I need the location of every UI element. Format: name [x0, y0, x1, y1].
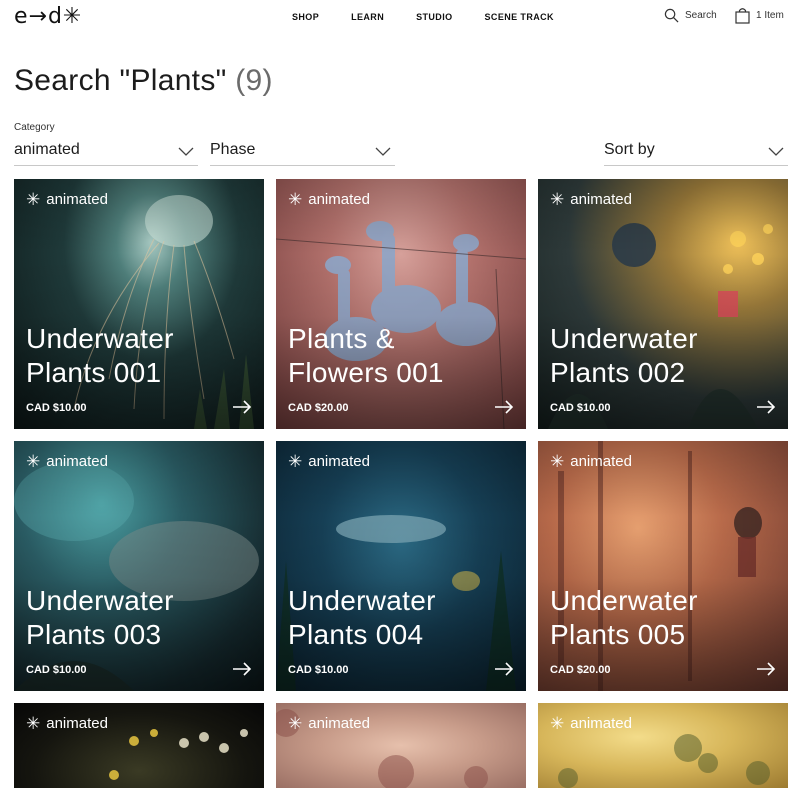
arrow-right-icon[interactable]: [232, 400, 252, 414]
bag-icon: [735, 8, 750, 24]
asterisk-icon: ✳: [550, 190, 565, 209]
product-price: CAD $10.00: [288, 664, 349, 676]
product-card[interactable]: ✳ animated Underwater Plants 002 CAD $10.0…: [538, 179, 788, 429]
type-tag: ✳ animated: [550, 452, 632, 471]
logo[interactable]: e→d✳: [14, 4, 82, 29]
product-title: Underwater Plants 003: [26, 585, 174, 650]
type-tag: ✳ animated: [26, 190, 108, 209]
asterisk-icon: ✳: [26, 452, 41, 471]
image-overlay: [276, 179, 526, 429]
image-overlay: [538, 179, 788, 429]
product-title: Underwater Plants 004: [288, 585, 436, 650]
product-card[interactable]: ✳ animated Underwater Plants 003 CAD $10.0…: [14, 441, 264, 691]
nav-shop[interactable]: SHOP: [292, 12, 319, 22]
phase-dropdown[interactable]: Phase: [210, 122, 395, 166]
product-price: CAD $10.00: [26, 664, 87, 676]
product-card[interactable]: ✳ animated: [14, 703, 264, 788]
cart-label: 1 Item: [756, 10, 784, 21]
product-card[interactable]: ✳ animated Plants & Flowers 001 CAD $20.00: [276, 179, 526, 429]
image-overlay: [276, 441, 526, 691]
page-title: Search "Plants" (9): [14, 64, 273, 98]
asterisk-icon: ✳: [550, 714, 565, 733]
asterisk-icon: ✳: [288, 452, 303, 471]
product-card[interactable]: ✳ animated Underwater Plants 005 CAD $20.0…: [538, 441, 788, 691]
product-card[interactable]: ✳ animated Underwater Plants 004 CAD $10.0…: [276, 441, 526, 691]
image-overlay: [14, 441, 264, 691]
search-query-title: Search "Plants": [14, 64, 227, 97]
product-title: Underwater Plants 002: [550, 323, 698, 388]
nav-studio[interactable]: STUDIO: [416, 12, 452, 22]
asterisk-icon: ✳: [288, 190, 303, 209]
search-icon: [664, 8, 679, 23]
product-card[interactable]: ✳ animated: [538, 703, 788, 788]
type-tag: ✳ animated: [26, 714, 108, 733]
product-card[interactable]: ✳ animated: [276, 703, 526, 788]
chevron-down-icon: [178, 147, 194, 156]
product-title: Plants & Flowers 001: [288, 323, 444, 388]
arrow-right-icon[interactable]: [756, 662, 776, 676]
product-title: Underwater Plants 001: [26, 323, 174, 388]
category-label: Category: [14, 122, 55, 133]
type-tag: ✳ animated: [288, 452, 370, 471]
chevron-down-icon: [375, 147, 391, 156]
asterisk-icon: ✳: [288, 714, 303, 733]
category-value: animated: [14, 141, 80, 158]
arrow-right-icon[interactable]: [494, 400, 514, 414]
asterisk-icon: ✳: [26, 190, 41, 209]
arrow-right-icon[interactable]: [494, 662, 514, 676]
image-overlay: [14, 179, 264, 429]
type-tag: ✳ animated: [288, 714, 370, 733]
search-button[interactable]: Search: [664, 8, 717, 23]
cart-button[interactable]: 1 Item: [735, 7, 784, 24]
asterisk-icon: ✳: [550, 452, 565, 471]
asterisk-icon: ✳: [26, 714, 41, 733]
nav-scene-track[interactable]: SCENE TRACK: [485, 12, 554, 22]
chevron-down-icon: [768, 147, 784, 156]
type-tag: ✳ animated: [550, 190, 632, 209]
type-tag: ✳ animated: [26, 452, 108, 471]
category-dropdown[interactable]: Category animated: [14, 122, 198, 166]
product-card[interactable]: ✳ animated Underwater Plants 001 CAD $10.0…: [14, 179, 264, 429]
arrow-right-icon[interactable]: [756, 400, 776, 414]
image-overlay: [538, 441, 788, 691]
sort-value: Sort by: [604, 141, 655, 158]
sort-dropdown[interactable]: Sort by: [604, 122, 788, 166]
product-price: CAD $20.00: [550, 664, 611, 676]
type-tag: ✳ animated: [550, 714, 632, 733]
arrow-right-icon[interactable]: [232, 662, 252, 676]
product-title: Underwater Plants 005: [550, 585, 698, 650]
type-tag: ✳ animated: [288, 190, 370, 209]
product-price: CAD $20.00: [288, 402, 349, 414]
result-count: (9): [235, 64, 273, 97]
product-price: CAD $10.00: [26, 402, 87, 414]
nav-learn[interactable]: LEARN: [351, 12, 384, 22]
main-nav: SHOP LEARN STUDIO SCENE TRACK: [292, 12, 586, 22]
top-bar: e→d✳ SHOP LEARN STUDIO SCENE TRACK Searc…: [0, 0, 800, 36]
phase-value: Phase: [210, 141, 256, 158]
search-label: Search: [685, 10, 717, 21]
product-price: CAD $10.00: [550, 402, 611, 414]
